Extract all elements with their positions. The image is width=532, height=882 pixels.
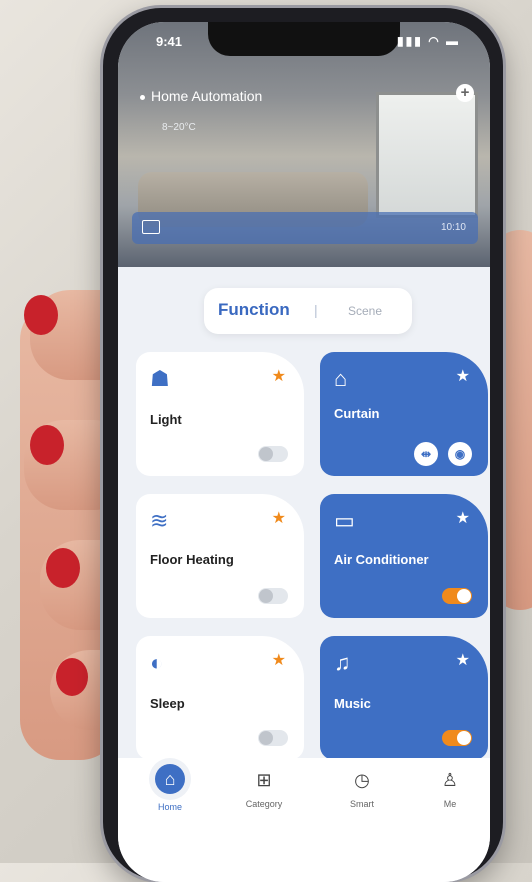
fingernail xyxy=(30,425,64,465)
device-card-music[interactable]: ♫ ★ Music xyxy=(320,636,488,760)
power-toggle[interactable] xyxy=(258,588,288,604)
tab-label: Smart xyxy=(349,799,374,809)
tab-label: Home xyxy=(157,802,182,812)
tab-smart[interactable]: ◷ Smart xyxy=(327,770,397,809)
mode-switch: Function | Scene xyxy=(204,288,412,334)
fingernail xyxy=(24,295,58,335)
grid-icon: ⊞ xyxy=(256,770,272,790)
device-card-floor-heating[interactable]: ≋ ★ Floor Heating xyxy=(136,494,304,618)
add-device-button[interactable]: + xyxy=(456,84,474,102)
eye-icon[interactable]: ◉ xyxy=(448,442,472,466)
air-conditioner-icon: ▭ xyxy=(334,508,355,533)
status-time: 9:41 xyxy=(156,34,183,49)
device-card-air-conditioner[interactable]: ▭ ★ Air Conditioner xyxy=(320,494,488,618)
bottom-tab-bar: ⌂ Home ⊞ Category ◷ Smart ♙ Me xyxy=(118,758,490,882)
room-window xyxy=(376,92,478,218)
notification-time: 10:10 xyxy=(440,222,466,233)
curtain-icon: ⌂ xyxy=(334,366,348,391)
fingernail xyxy=(46,548,80,588)
star-icon[interactable]: ★ xyxy=(456,366,470,386)
home-title[interactable]: Home Automation xyxy=(140,88,262,104)
device-card-curtain[interactable]: ⌂ ★ Curtain ⇹ ◉ xyxy=(320,352,488,476)
status-bar: 9:41 ▮▮▮ ◠ ▬ xyxy=(118,32,490,52)
device-name: Light xyxy=(150,412,182,427)
tab-function[interactable]: Function xyxy=(218,300,290,320)
star-icon[interactable]: ★ xyxy=(272,508,286,528)
tab-scene[interactable]: Scene xyxy=(348,304,382,318)
home-icon: ⌂ xyxy=(155,764,185,794)
tab-label: Category xyxy=(245,799,283,809)
device-card-light[interactable]: ☗ ★ Light xyxy=(136,352,304,476)
heating-icon: ≋ xyxy=(150,508,169,533)
star-icon[interactable]: ★ xyxy=(456,650,470,670)
notification-bar[interactable]: 10:10 xyxy=(132,212,478,244)
weather-temp: 8~20°C xyxy=(162,122,196,133)
power-toggle[interactable] xyxy=(442,730,472,746)
device-name: Curtain xyxy=(334,406,380,421)
clock-icon: ◷ xyxy=(354,770,370,790)
home-title-text: Home Automation xyxy=(151,88,263,104)
moon-icon: ◐ xyxy=(150,650,164,675)
tab-home[interactable]: ⌂ Home xyxy=(135,764,205,812)
curtain-control-icon[interactable]: ⇹ xyxy=(414,442,438,466)
lamp-icon: ☗ xyxy=(150,366,170,391)
music-note-icon: ♫ xyxy=(334,650,351,675)
power-toggle[interactable] xyxy=(258,730,288,746)
device-card-sleep[interactable]: ◐ ★ Sleep xyxy=(136,636,304,760)
power-toggle[interactable] xyxy=(258,446,288,462)
power-toggle[interactable] xyxy=(442,588,472,604)
tab-label: Me xyxy=(443,799,457,809)
location-dot-icon xyxy=(140,94,145,100)
weather-row: 8~20°C xyxy=(140,122,480,133)
device-name: Air Conditioner xyxy=(334,552,429,567)
user-icon: ♙ xyxy=(441,770,459,790)
phone-screen: 9:41 ▮▮▮ ◠ ▬ Home Automation + 8~20°C 10… xyxy=(118,22,490,882)
device-name: Music xyxy=(334,696,371,711)
status-icons: ▮▮▮ ◠ ▬ xyxy=(397,34,460,48)
device-name: Sleep xyxy=(150,696,185,711)
envelope-icon xyxy=(142,220,160,234)
star-icon[interactable]: ★ xyxy=(456,508,470,528)
star-icon[interactable]: ★ xyxy=(272,650,286,670)
fingernail xyxy=(56,658,88,696)
tab-category[interactable]: ⊞ Category xyxy=(229,770,299,809)
tab-me[interactable]: ♙ Me xyxy=(415,770,485,809)
segment-divider: | xyxy=(314,302,318,318)
star-icon[interactable]: ★ xyxy=(272,366,286,386)
device-name: Floor Heating xyxy=(150,552,234,567)
